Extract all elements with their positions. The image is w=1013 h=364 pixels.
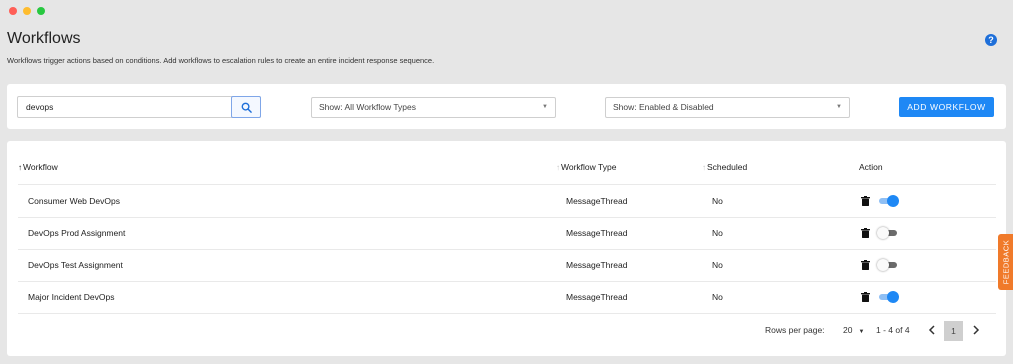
column-header-scheduled[interactable]: ↑ Scheduled xyxy=(702,162,747,172)
current-page-button[interactable]: 1 xyxy=(944,321,963,341)
workflow-scheduled: No xyxy=(712,228,723,238)
workflow-name[interactable]: DevOps Test Assignment xyxy=(28,249,123,281)
page-subtitle: Workflows trigger actions based on condi… xyxy=(7,56,435,65)
chevron-right-icon[interactable] xyxy=(969,322,983,338)
column-header-workflow[interactable]: ↑ Workflow xyxy=(18,162,58,172)
column-header-workflow-type[interactable]: ↑ Workflow Type xyxy=(556,162,616,172)
caret-down-icon: ▼ xyxy=(542,104,548,110)
caret-down-icon: ▼ xyxy=(858,329,865,335)
sort-arrow-icon: ↑ xyxy=(702,162,706,172)
window-titlebar xyxy=(0,0,1013,22)
search-input[interactable] xyxy=(18,98,232,116)
feedback-label: FEEDBACK xyxy=(1001,239,1010,285)
enabled-state-select[interactable]: Show: Enabled & Disabled ▼ xyxy=(605,97,850,118)
trash-icon[interactable] xyxy=(861,228,870,238)
column-header-label: Scheduled xyxy=(707,162,748,172)
table-row[interactable]: DevOps Test Assignment MessageThread No xyxy=(18,249,996,281)
rows-per-page-value: 20 xyxy=(843,325,853,335)
column-header-label: Action xyxy=(859,162,883,172)
enable-toggle[interactable] xyxy=(877,291,899,303)
table-row[interactable]: Consumer Web DevOps MessageThread No xyxy=(18,185,996,217)
toggle-knob xyxy=(877,227,889,239)
enable-toggle[interactable] xyxy=(877,259,899,271)
workflow-type: MessageThread xyxy=(566,228,628,238)
add-workflow-button[interactable]: ADD WORKFLOW xyxy=(899,97,994,117)
rows-per-page-label: Rows per page: xyxy=(765,325,825,335)
sort-arrow-icon: ↑ xyxy=(556,162,560,172)
trash-icon[interactable] xyxy=(861,292,870,302)
table-row[interactable]: DevOps Prod Assignment MessageThread No xyxy=(18,217,996,249)
workflows-table: ↑ Workflow ↑ Workflow Type ↑ Scheduled A… xyxy=(7,141,1006,356)
help-icon[interactable]: ? xyxy=(985,34,997,46)
pagination-range: 1 - 4 of 4 xyxy=(876,325,910,335)
workflow-name[interactable]: DevOps Prod Assignment xyxy=(28,217,125,249)
pagination: Rows per page: 20 ▼ 1 - 4 of 4 1 xyxy=(7,321,1006,341)
rows-per-page-select[interactable]: 20 ▼ xyxy=(843,325,864,335)
maximize-window-button[interactable] xyxy=(37,7,45,15)
chevron-left-icon[interactable] xyxy=(925,322,939,338)
workflow-type: MessageThread xyxy=(566,196,628,206)
page-title: Workflows xyxy=(7,30,81,47)
enabled-state-select-value: Show: Enabled & Disabled xyxy=(613,102,714,112)
workflow-scheduled: No xyxy=(712,260,723,270)
workflow-name[interactable]: Major Incident DevOps xyxy=(28,281,114,313)
minimize-window-button[interactable] xyxy=(23,7,31,15)
workflow-name[interactable]: Consumer Web DevOps xyxy=(28,185,120,217)
workflow-type-select[interactable]: Show: All Workflow Types ▼ xyxy=(311,97,556,118)
trash-icon[interactable] xyxy=(861,260,870,270)
trash-icon[interactable] xyxy=(861,196,870,206)
toggle-knob xyxy=(887,291,899,303)
toggle-knob xyxy=(887,195,899,207)
table-row[interactable]: Major Incident DevOps MessageThread No xyxy=(18,281,996,313)
close-window-button[interactable] xyxy=(9,7,17,15)
search-icon xyxy=(241,102,252,113)
column-header-label: Workflow Type xyxy=(561,162,617,172)
workflow-scheduled: No xyxy=(712,292,723,302)
page-header: Workflows Workflows trigger actions base… xyxy=(7,30,1003,65)
enable-toggle[interactable] xyxy=(877,227,899,239)
caret-down-icon: ▼ xyxy=(836,104,842,110)
column-header-action: Action xyxy=(859,162,883,172)
enable-toggle[interactable] xyxy=(877,195,899,207)
row-divider xyxy=(18,313,996,314)
workflow-type: MessageThread xyxy=(566,292,628,302)
workflow-scheduled: No xyxy=(712,196,723,206)
workflow-type: MessageThread xyxy=(566,260,628,270)
search-button[interactable] xyxy=(231,96,261,118)
filter-bar: Show: All Workflow Types ▼ Show: Enabled… xyxy=(7,84,1006,129)
column-header-label: Workflow xyxy=(23,162,58,172)
feedback-tab[interactable]: FEEDBACK xyxy=(998,234,1013,290)
toggle-knob xyxy=(877,259,889,271)
sort-ascending-icon: ↑ xyxy=(18,162,22,172)
workflow-type-select-value: Show: All Workflow Types xyxy=(319,102,417,112)
search-box xyxy=(17,96,261,118)
